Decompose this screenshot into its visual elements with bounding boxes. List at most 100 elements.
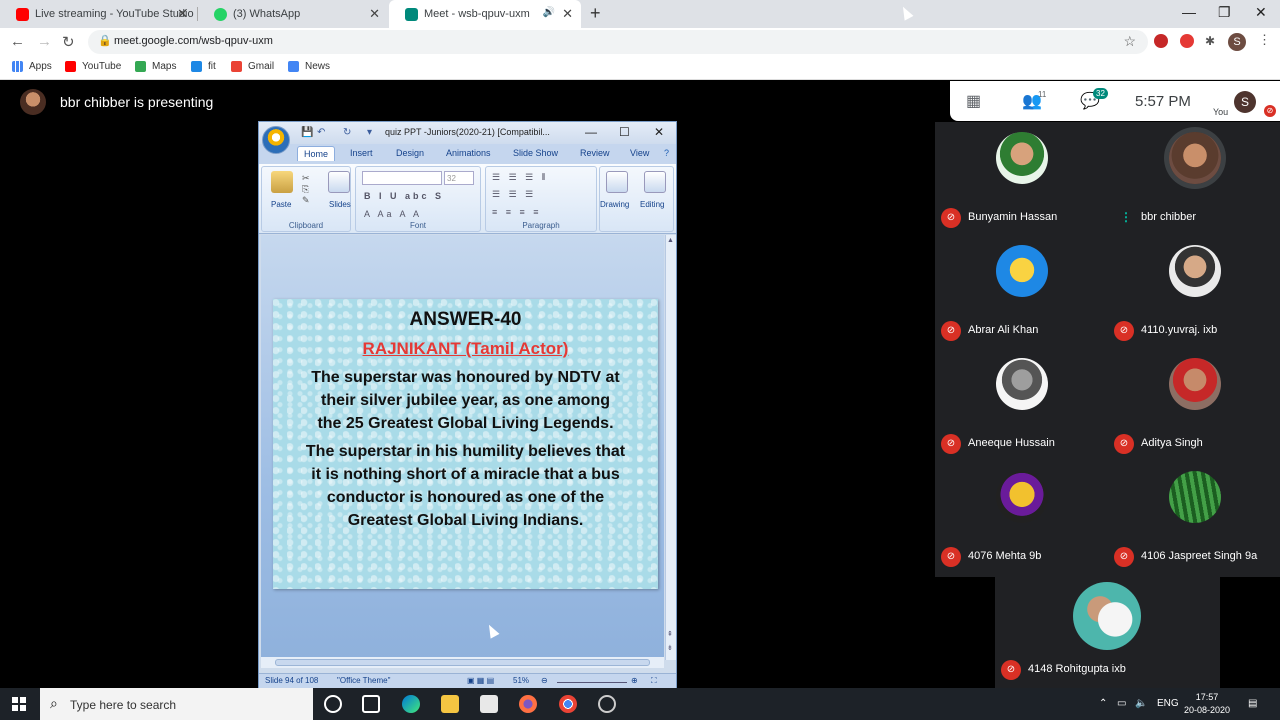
tab-insert[interactable]: Insert [350,148,373,158]
bookmark-label: Gmail [248,61,275,72]
address-bar[interactable]: 🔒 meet.google.com/wsb-qpuv-uxm ☆ [88,30,1148,54]
maximize-icon[interactable]: ❐ [1218,4,1231,21]
tab-slide-show[interactable]: Slide Show [513,148,558,158]
view-buttons-icon[interactable]: ▣ ▦ ▤ [467,676,494,685]
bookmark-fit[interactable]: fit [191,61,216,72]
maps-icon [135,61,146,72]
firefox-icon[interactable] [519,695,537,713]
extensions-puzzle-icon[interactable]: ✱ [1205,34,1219,48]
file-explorer-icon[interactable] [441,695,459,713]
drawing-icon[interactable] [606,171,628,193]
next-slide-icon[interactable]: ⇟ [667,644,673,652]
network-icon[interactable]: ▭ [1117,698,1126,709]
tab-whatsapp[interactable]: (3) WhatsApp ✕ [198,0,388,28]
font-size-select[interactable]: 32 [444,171,474,185]
fit-window-icon[interactable]: ⛶ [651,676,657,686]
language-indicator[interactable]: ENG [1157,698,1179,709]
avatar [1169,245,1221,297]
bookmark-gmail[interactable]: Gmail [231,61,274,72]
paste-button[interactable]: Paste [271,200,291,209]
scroll-thumb[interactable] [275,659,650,666]
adblock-extension-icon[interactable] [1180,34,1194,48]
windows-start-icon[interactable] [12,697,26,711]
editing-button[interactable]: Editing [640,200,664,209]
participant-tile[interactable]: ⊘ Aditya Singh [1108,348,1280,461]
participant-tile[interactable]: ⊘ Bunyamin Hassan [935,122,1107,235]
obs-icon[interactable] [598,695,616,713]
participant-tile[interactable]: ⋮ bbr chibber [1108,122,1280,235]
zoom-level[interactable]: 51% [513,676,529,685]
close-tab-icon[interactable]: ✕ [369,7,380,20]
window-close-icon[interactable]: ✕ [1255,4,1267,21]
minimize-icon[interactable]: — [1182,4,1196,20]
back-icon[interactable]: ← [10,33,25,50]
tab-youtube-studio[interactable]: Live streaming - YouTube Studio ✕ [0,0,196,28]
binoculars-icon[interactable] [644,171,666,193]
lock-icon[interactable]: 🔒 [98,34,112,47]
extension-icon[interactable] [1154,34,1168,48]
bookmark-news[interactable]: News [288,61,330,72]
edge-icon[interactable] [402,695,420,713]
maximize-icon[interactable]: ☐ [619,125,630,139]
office-button-icon[interactable] [262,126,290,154]
vertical-scrollbar[interactable]: ▲ ⇞ ⇟ [665,235,676,660]
volume-icon[interactable]: 🔈 [1135,698,1147,709]
bookmark-apps[interactable]: Apps [12,61,52,72]
paste-icon[interactable] [271,171,293,193]
font-name-select[interactable] [362,171,442,185]
zoom-slider[interactable] [557,682,627,683]
tray-clock[interactable]: 17:57 20-08-2020 [1184,691,1230,717]
audio-playing-icon[interactable]: 🔊 [543,7,555,18]
reload-icon[interactable]: ↻ [62,33,75,51]
bookmark-star-icon[interactable]: ☆ [1123,33,1136,50]
customize-toolbar-icon[interactable]: ▾ [367,127,372,138]
taskbar-search[interactable]: ⌕ Type here to search [40,688,313,720]
scroll-up-icon[interactable]: ▲ [667,237,674,244]
save-icon[interactable]: 💾 [301,127,313,138]
layout-icon[interactable]: ▦ [966,91,981,111]
cortana-icon[interactable] [324,695,342,713]
menu-icon[interactable]: ⋮ [1258,32,1272,47]
tab-meet[interactable]: Meet - wsb-qpuv-uxm 🔊 ✕ [389,0,581,28]
profile-avatar[interactable]: S [1228,33,1246,51]
drawing-button[interactable]: Drawing [600,200,629,209]
tray-chevron-icon[interactable]: ⌃ [1099,698,1107,709]
participant-tile[interactable]: ⊘ Abrar Ali Khan [935,235,1107,348]
tab-review[interactable]: Review [580,148,610,158]
participant-tile[interactable]: ⊘ 4076 Mehta 9b [935,461,1107,574]
minimize-icon[interactable]: — [585,125,597,139]
help-icon[interactable]: ? [664,148,669,158]
task-view-icon[interactable] [362,695,380,713]
chrome-icon[interactable] [559,695,577,713]
zoom-in-icon[interactable]: ⊕ [631,676,638,685]
tab-animations[interactable]: Animations [446,148,491,158]
prev-slide-icon[interactable]: ⇞ [667,630,673,638]
tab-view[interactable]: View [630,148,649,158]
tab-design[interactable]: Design [396,148,424,158]
tab-home[interactable]: Home [297,146,336,161]
horizontal-scrollbar[interactable] [261,657,664,668]
close-tab-icon[interactable]: ✕ [177,7,188,20]
slide[interactable]: ANSWER-40 RAJNIKANT (Tamil Actor) The su… [273,299,658,589]
bookmark-maps[interactable]: Maps [135,61,176,72]
store-icon[interactable] [480,695,498,713]
redo-icon[interactable]: ↻ [343,127,351,138]
slides-button[interactable]: Slides [329,200,351,209]
forward-icon[interactable]: → [37,33,52,50]
zoom-out-icon[interactable]: ⊖ [541,676,548,685]
undo-icon[interactable]: ↶ [317,127,325,138]
participant-tile[interactable]: ⊘ 4106 Jaspreet Singh 9a [1108,461,1280,574]
window-close-icon[interactable]: ✕ [654,125,664,139]
new-tab-icon[interactable]: + [590,3,601,24]
participant-tile[interactable]: ⊘ 4148 Rohitgupta ixb [995,577,1220,689]
avatar [1073,582,1141,650]
self-avatar[interactable]: S [1234,91,1256,113]
close-tab-icon[interactable]: ✕ [562,7,573,20]
clipboard-small-icons: ✂ ⎘ ✎ [302,173,313,205]
participant-tile[interactable]: ⊘ Aneeque Hussain [935,348,1107,461]
participant-tile[interactable]: ⊘ 4110.yuvraj. ixb [1108,235,1280,348]
notification-icon[interactable]: ▤ [1248,698,1257,709]
bookmark-youtube[interactable]: YouTube [65,61,121,72]
new-slide-icon[interactable] [328,171,350,193]
taskbar: ⌕ Type here to search ⌃ ▭ 🔈 ENG 17:57 20… [0,688,1280,720]
